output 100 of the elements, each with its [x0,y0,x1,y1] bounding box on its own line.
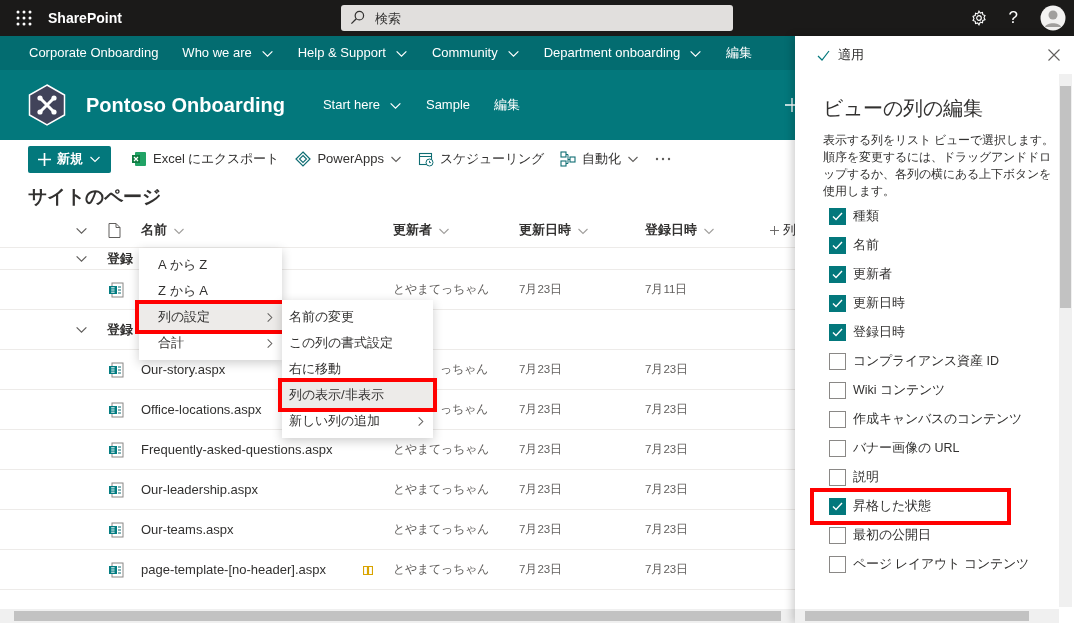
chevron-right-icon [265,337,274,349]
checkbox[interactable] [829,498,846,515]
menu-item[interactable]: 名前の変更 [282,304,433,330]
add-column-button[interactable]: 列 [770,221,795,240]
page-icon [108,401,124,418]
horizontal-scrollbar[interactable] [795,609,1059,623]
checkmark-icon [832,502,843,511]
checkbox-label: Wiki コンテンツ [853,382,946,400]
scrollbar-thumb[interactable] [1060,86,1071,308]
checkbox-label: 更新者 [853,266,892,284]
file-name[interactable]: Our-leadership.aspx [141,479,259,500]
modified-by: っちゃん [440,362,488,375]
close-icon[interactable] [1048,49,1060,61]
panel-description: 表示する列をリスト ビューで選択します。順序を変更するには、ドラッグアンドドロップするか、各列の横にある上下ボタンを使用します。 [823,132,1056,200]
checkmark-icon [832,299,843,308]
hub-nav-link[interactable]: Department onboarding [531,43,715,63]
search-field[interactable]: 検索 [341,5,733,31]
checkbox[interactable] [829,556,846,573]
created-date: 7月23日 [645,401,690,417]
command-button[interactable]: スケジューリング [411,145,550,173]
settings-icon[interactable] [970,10,987,26]
menu-item[interactable]: A から Z [139,252,282,278]
hub-nav-link[interactable]: Who we are [170,43,286,63]
checkbox[interactable] [829,208,846,225]
modified-by: っちゃん [440,402,488,415]
checkbox-label: 作成キャンバスのコンテンツ [853,411,1022,429]
scrollbar-thumb[interactable] [14,611,781,621]
scrollbar-thumb[interactable] [805,611,1029,621]
column-header[interactable]: 名前 [141,221,393,240]
file-name[interactable]: Frequently-asked-questions.aspx [141,439,333,460]
created-date: 7月11日 [645,281,689,297]
command-button[interactable]: PowerApps [289,145,408,173]
hub-nav-link[interactable]: 編集 [714,43,765,63]
group-header: 登録 [107,320,133,339]
file-name[interactable]: page-template-[no-header].aspx [141,559,326,580]
checkbox[interactable] [829,411,846,428]
modified-date: 7月23日 [519,361,564,377]
created-date: 7月23日 [645,521,690,537]
checkbox-label: 種類 [853,208,879,226]
excel-icon [131,151,147,167]
site-nav-link[interactable]: Start here [310,95,414,115]
hub-nav-link[interactable]: Help & Support [285,43,420,63]
checkbox[interactable] [829,324,846,341]
new-button[interactable]: 新規 [28,145,111,173]
hub-nav-link[interactable]: Corporate Onboarding [17,43,171,63]
horizontal-scrollbar[interactable] [0,609,795,623]
command-button[interactable]: Excel にエクスポート [125,145,286,173]
created-date: 7月23日 [645,441,690,457]
checkmark-icon [832,241,843,250]
created-date: 7月23日 [645,481,690,497]
checkbox-label: 最初の公開日 [853,527,931,545]
modified-by: とやまてっちゃん [393,482,489,495]
site-title: Pontoso Onboarding [86,93,285,118]
column-header[interactable]: 登録日時 [645,221,770,240]
checkmark-icon [817,49,830,61]
checkbox-label: バナー画像の URL [853,440,960,458]
diamond-icon [295,151,312,167]
page-icon [108,441,124,458]
group-header: 登録 [107,249,133,268]
column-header[interactable]: 更新者 [393,221,519,240]
modified-by: とやまてっちゃん [393,522,489,535]
menu-item[interactable]: この列の書式設定 [282,330,433,356]
document-icon [108,223,121,238]
file-name[interactable]: Office-locations.aspx [141,399,262,420]
modified-date: 7月23日 [519,281,564,297]
book-icon [363,564,373,575]
app-launcher-icon[interactable] [16,10,32,26]
checkbox[interactable] [829,440,846,457]
checkbox[interactable] [829,353,846,370]
file-name[interactable]: Our-teams.aspx [141,519,234,540]
panel-title: ビューの列の編集 [823,96,984,121]
checkbox[interactable] [829,237,846,254]
help-button[interactable]: ? [1008,5,1018,31]
list-title: サイトのページ [27,185,162,209]
file-name[interactable]: Our-story.aspx [141,359,226,380]
chevron-right-icon [416,415,425,427]
site-nav-link[interactable]: 編集 [482,95,533,115]
modified-by: とやまてっちゃん [393,282,489,295]
app-name[interactable]: SharePoint [48,7,341,29]
checkmark-icon [832,212,843,221]
hub-nav-link[interactable]: Community [419,43,532,63]
page-icon [108,361,124,378]
column-header[interactable]: 更新日時 [519,221,645,240]
command-button[interactable]: 自動化 [553,145,645,173]
plus-icon [770,226,779,235]
avatar-icon[interactable] [1040,5,1066,31]
modified-date: 7月23日 [519,481,564,497]
site-nav-link[interactable]: Sample [413,95,483,115]
page-icon [108,561,124,578]
checkbox[interactable] [829,295,846,312]
checkbox[interactable] [829,469,846,486]
vertical-scrollbar[interactable] [1059,74,1072,607]
chevron-right-icon [265,311,274,323]
checkbox[interactable] [829,527,846,544]
checkbox[interactable] [829,266,846,283]
checkbox[interactable] [829,382,846,399]
modified-date: 7月23日 [519,521,564,537]
modified-by: とやまてっちゃん [393,562,489,575]
modified-date: 7月23日 [519,561,564,577]
apply-button[interactable]: 適用 [817,45,864,65]
